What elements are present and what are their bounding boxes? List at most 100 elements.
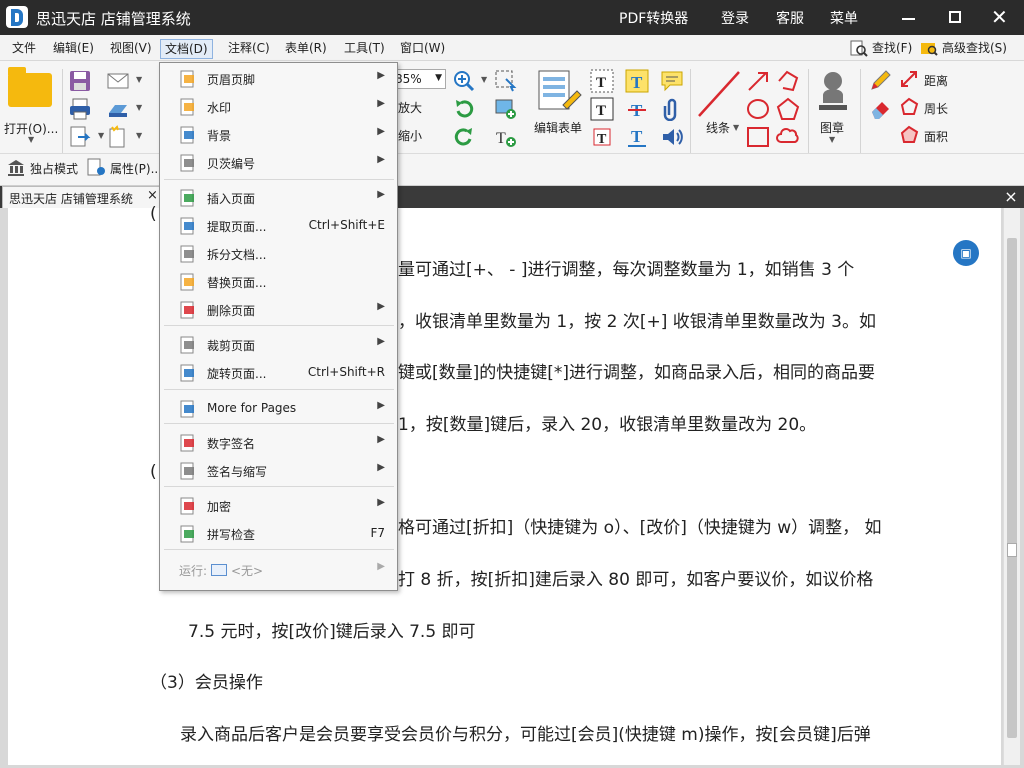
menu-window[interactable]: 窗口(W) [396,39,449,59]
page-side-tool-icon[interactable]: ▣ [953,240,979,266]
add-text-icon[interactable]: T [494,125,518,149]
service-link[interactable]: 客服 [776,8,804,28]
svg-text:T: T [631,127,643,146]
find-icon [850,39,868,57]
edit-form-icon[interactable] [537,69,585,113]
distance-label[interactable]: 距离 [924,72,948,89]
open-button[interactable]: 打开(O)... ▼ [4,67,58,144]
menu-item-label: 拆分文档... [207,248,267,262]
document-tab[interactable]: 思迅天店 店铺管理系统 × [2,186,162,208]
menu-item-watermark[interactable]: 水印 ▶ [161,94,397,120]
zoom-in-icon[interactable] [452,69,476,93]
menu-tools[interactable]: 工具(T) [340,39,389,59]
bates-number-icon [179,154,197,172]
rotate-right-icon[interactable] [452,125,476,149]
eraser-icon[interactable] [868,97,892,121]
text-box-icon[interactable]: T [590,97,614,121]
menu-item-encrypt[interactable]: 加密 ▶ [161,493,397,519]
tab-close-icon[interactable]: × [147,188,158,203]
underline-icon[interactable]: T [625,125,649,149]
edit-form-label[interactable]: 编辑表单 [534,119,582,136]
menu-file[interactable]: 文件 [8,39,40,59]
stamp-label[interactable]: 图章 [820,119,844,136]
close-document-icon[interactable]: × [1000,186,1022,208]
menu-item-rotate-page[interactable]: 旋转页面... Ctrl+Shift+R [161,360,397,386]
login-link[interactable]: 登录 [721,8,749,28]
menu-comment[interactable]: 注释(C) [224,39,274,59]
scrollbar-grip[interactable] [1007,543,1017,557]
maximize-button[interactable] [932,0,978,35]
area-label[interactable]: 面积 [924,128,948,145]
area-icon[interactable] [899,125,919,145]
vertical-scrollbar[interactable] [1003,208,1020,765]
split-document-icon [179,245,197,263]
callout-text-icon[interactable]: T [590,125,614,149]
chevron-down-icon: ▼ [829,135,836,144]
cloud-tool-icon[interactable] [776,125,800,149]
advanced-find-button[interactable]: 高级查找(S) [920,39,1007,57]
sound-icon[interactable] [660,125,684,149]
menu-form[interactable]: 表单(R) [281,39,331,59]
menu-item-spell-check[interactable]: 拼写检查 F7 [161,521,397,547]
menu-item-bates-number[interactable]: 贝茨编号 ▶ [161,150,397,176]
menu-item-crop-page[interactable]: 裁剪页面 ▶ [161,332,397,358]
pencil-icon[interactable] [868,69,892,93]
distance-icon[interactable] [899,69,919,89]
pdf-converter-link[interactable]: PDF转换器 [619,8,688,28]
scan-icon[interactable] [106,97,130,121]
minimize-button[interactable] [886,0,932,35]
menu-item-split-document[interactable]: 拆分文档... [161,241,397,267]
menu-item-header-footer[interactable]: 页眉页脚 ▶ [161,66,397,92]
ellipse-tool-icon[interactable] [746,97,770,121]
rotate-left-icon[interactable] [452,97,476,121]
menu-view[interactable]: 视图(V) [106,39,156,59]
export-icon[interactable] [68,125,92,149]
menu-separator [164,325,394,326]
single-mode-label[interactable]: 独占模式 [30,160,78,177]
text-field-icon[interactable]: T [590,69,614,93]
perimeter-label[interactable]: 周长 [924,100,948,117]
zoom-select[interactable]: 85% ▼ [390,69,446,89]
select-text-icon[interactable] [494,69,518,93]
single-mode-icon[interactable] [6,157,26,177]
email-icon[interactable] [106,69,130,93]
save-icon[interactable] [68,69,92,93]
menu-item-background[interactable]: 背景 ▶ [161,122,397,148]
polyline-tool-icon[interactable] [776,69,800,93]
menu-item-sign-initials[interactable]: 签名与缩写 ▶ [161,458,397,484]
menu-item-label: 加密 [207,500,232,514]
lines-label[interactable]: 线条 [706,119,730,136]
menu-item-label: 数字签名 [207,437,256,451]
scrollbar-thumb[interactable] [1007,238,1017,738]
menu-item-delete-page[interactable]: 删除页面 ▶ [161,297,397,323]
properties-icon[interactable] [86,157,106,177]
arrow-tool-icon[interactable] [746,69,770,93]
attachment-icon[interactable] [660,97,684,122]
strikeout-icon[interactable]: T [625,97,649,121]
add-image-icon[interactable] [494,97,518,121]
menu-edit[interactable]: 编辑(E) [49,39,98,59]
find-button[interactable]: 查找(F) [850,39,912,57]
menu-item-insert-page[interactable]: 插入页面 ▶ [161,185,397,211]
menu-item-extract-page[interactable]: 提取页面... Ctrl+Shift+E [161,213,397,239]
line-tool-icon[interactable] [696,69,742,119]
zoom-out-label[interactable]: 缩小 [398,127,422,144]
menu-item-run[interactable]: 运行: <无> ▶ [161,557,397,583]
zoom-in-label[interactable]: 放大 [398,99,422,116]
polygon-tool-icon[interactable] [776,97,800,121]
menu-item-more-for-pages[interactable]: More for Pages ▶ [161,396,397,422]
perimeter-icon[interactable] [899,97,919,117]
rectangle-tool-icon[interactable] [746,125,770,149]
menu-link[interactable]: 菜单 [830,8,858,28]
menu-item-digital-signature[interactable]: 数字签名 ▶ [161,430,397,456]
close-window-button[interactable]: ✕ [978,0,1024,35]
print-icon[interactable] [68,97,92,121]
properties-label[interactable]: 属性(P)... [110,160,162,177]
stamp-icon[interactable] [815,69,851,113]
menu-item-replace-page[interactable]: 替换页面... [161,269,397,295]
note-icon[interactable] [660,69,684,93]
menu-document[interactable]: 文档(D) [160,39,213,59]
typewriter-icon[interactable]: T [625,69,649,93]
submenu-arrow-icon: ▶ [377,70,385,81]
new-document-icon[interactable] [106,125,130,149]
